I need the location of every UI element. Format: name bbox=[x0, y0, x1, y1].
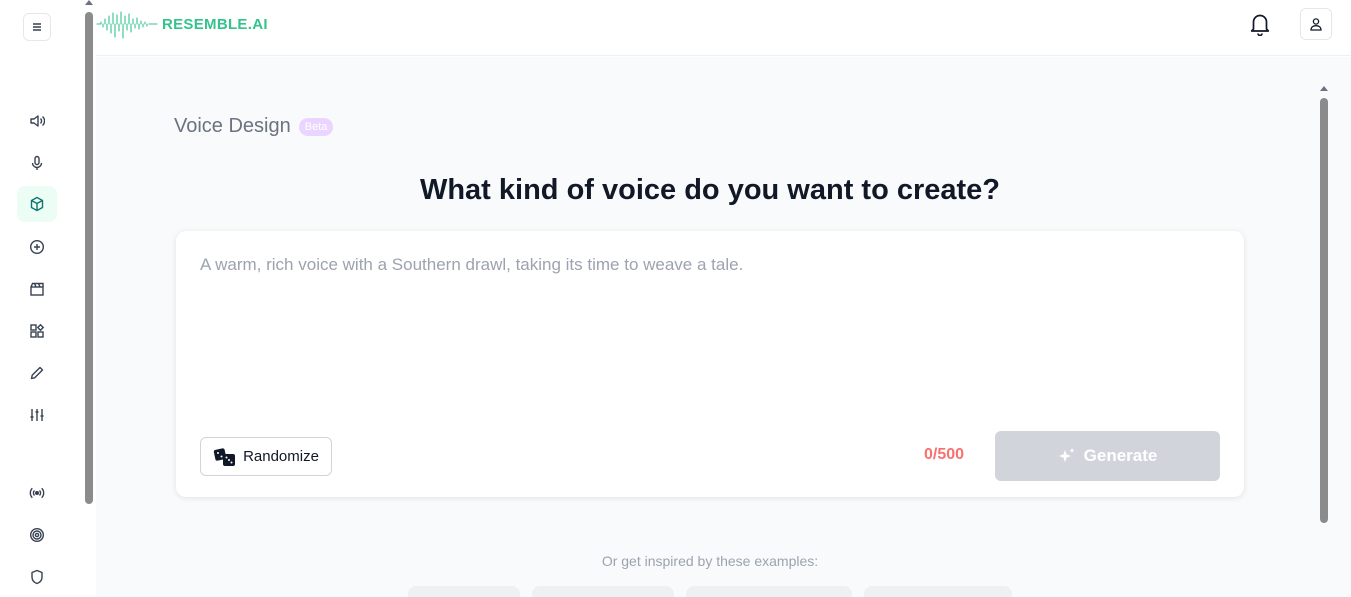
beta-badge: Beta bbox=[298, 117, 334, 136]
sidebar-item-projects[interactable] bbox=[17, 271, 57, 307]
character-counter: 0/500 bbox=[924, 446, 965, 463]
waveform-logo-icon bbox=[96, 11, 158, 39]
example-chip[interactable] bbox=[532, 586, 674, 597]
example-chip[interactable] bbox=[408, 586, 520, 597]
sidebar-item-security[interactable] bbox=[17, 559, 57, 595]
example-chip[interactable] bbox=[686, 586, 852, 597]
shield-icon bbox=[31, 569, 43, 585]
randomize-button[interactable]: Randomize bbox=[200, 437, 332, 476]
sidebar-item-broadcast[interactable] bbox=[17, 475, 57, 511]
outer-scrollbar[interactable] bbox=[82, 0, 96, 597]
sidebar-item-voices[interactable] bbox=[17, 145, 57, 181]
generate-button[interactable]: Generate bbox=[995, 431, 1220, 481]
logo-text: RESEMBLE.AI bbox=[162, 15, 268, 33]
examples-caption: Or get inspired by these examples: bbox=[601, 553, 819, 569]
content-scrollbar[interactable] bbox=[1316, 86, 1330, 597]
voice-prompt-card: Randomize 0/500 Generate bbox=[176, 231, 1244, 497]
scroll-up-arrow-icon[interactable] bbox=[85, 0, 93, 5]
sidebar-item-detect[interactable] bbox=[17, 517, 57, 553]
scrollbar-thumb[interactable] bbox=[85, 12, 93, 504]
scroll-up-arrow-icon[interactable] bbox=[1320, 86, 1328, 91]
menu-icon bbox=[33, 23, 41, 31]
microphone-icon bbox=[31, 155, 43, 170]
apps-grid-icon bbox=[30, 323, 45, 338]
user-icon bbox=[1310, 18, 1322, 31]
menu-toggle-button[interactable] bbox=[23, 13, 51, 41]
bell-icon bbox=[1250, 14, 1270, 37]
example-chip[interactable] bbox=[864, 586, 1012, 597]
target-icon bbox=[29, 527, 45, 543]
sidebar bbox=[0, 0, 82, 597]
sidebar-item-create[interactable] bbox=[17, 229, 57, 265]
dice-icon bbox=[213, 447, 236, 466]
generate-label: Generate bbox=[1083, 446, 1158, 465]
main-content: Voice Design Beta What kind of voice do … bbox=[96, 57, 1351, 597]
cube-icon bbox=[30, 196, 44, 212]
sidebar-item-text-to-speech[interactable] bbox=[17, 103, 57, 139]
page-title-row: Voice Design Beta bbox=[174, 115, 334, 138]
plus-circle-icon bbox=[29, 239, 45, 255]
voice-description-input[interactable] bbox=[200, 255, 1220, 425]
app-logo[interactable]: RESEMBLE.AI bbox=[96, 8, 268, 40]
top-header: RESEMBLE.AI bbox=[96, 0, 1351, 56]
sidebar-item-edit[interactable] bbox=[17, 355, 57, 391]
sliders-icon bbox=[30, 409, 44, 421]
clapperboard-icon bbox=[30, 282, 44, 296]
sidebar-item-settings[interactable] bbox=[17, 397, 57, 433]
broadcast-icon bbox=[29, 487, 45, 499]
sidebar-item-apps[interactable] bbox=[17, 313, 57, 349]
speaker-icon bbox=[30, 115, 45, 127]
notifications-button[interactable] bbox=[1249, 12, 1271, 37]
user-menu-button[interactable] bbox=[1300, 8, 1332, 40]
pencil-icon bbox=[30, 366, 44, 380]
voice-prompt-heading: What kind of voice do you want to create… bbox=[419, 174, 1001, 206]
sparkle-icon bbox=[1058, 448, 1075, 462]
randomize-label: Randomize bbox=[243, 448, 319, 465]
scrollbar-thumb[interactable] bbox=[1320, 98, 1328, 523]
sidebar-item-voice-design[interactable] bbox=[17, 186, 57, 222]
page-title: Voice Design bbox=[174, 115, 291, 137]
